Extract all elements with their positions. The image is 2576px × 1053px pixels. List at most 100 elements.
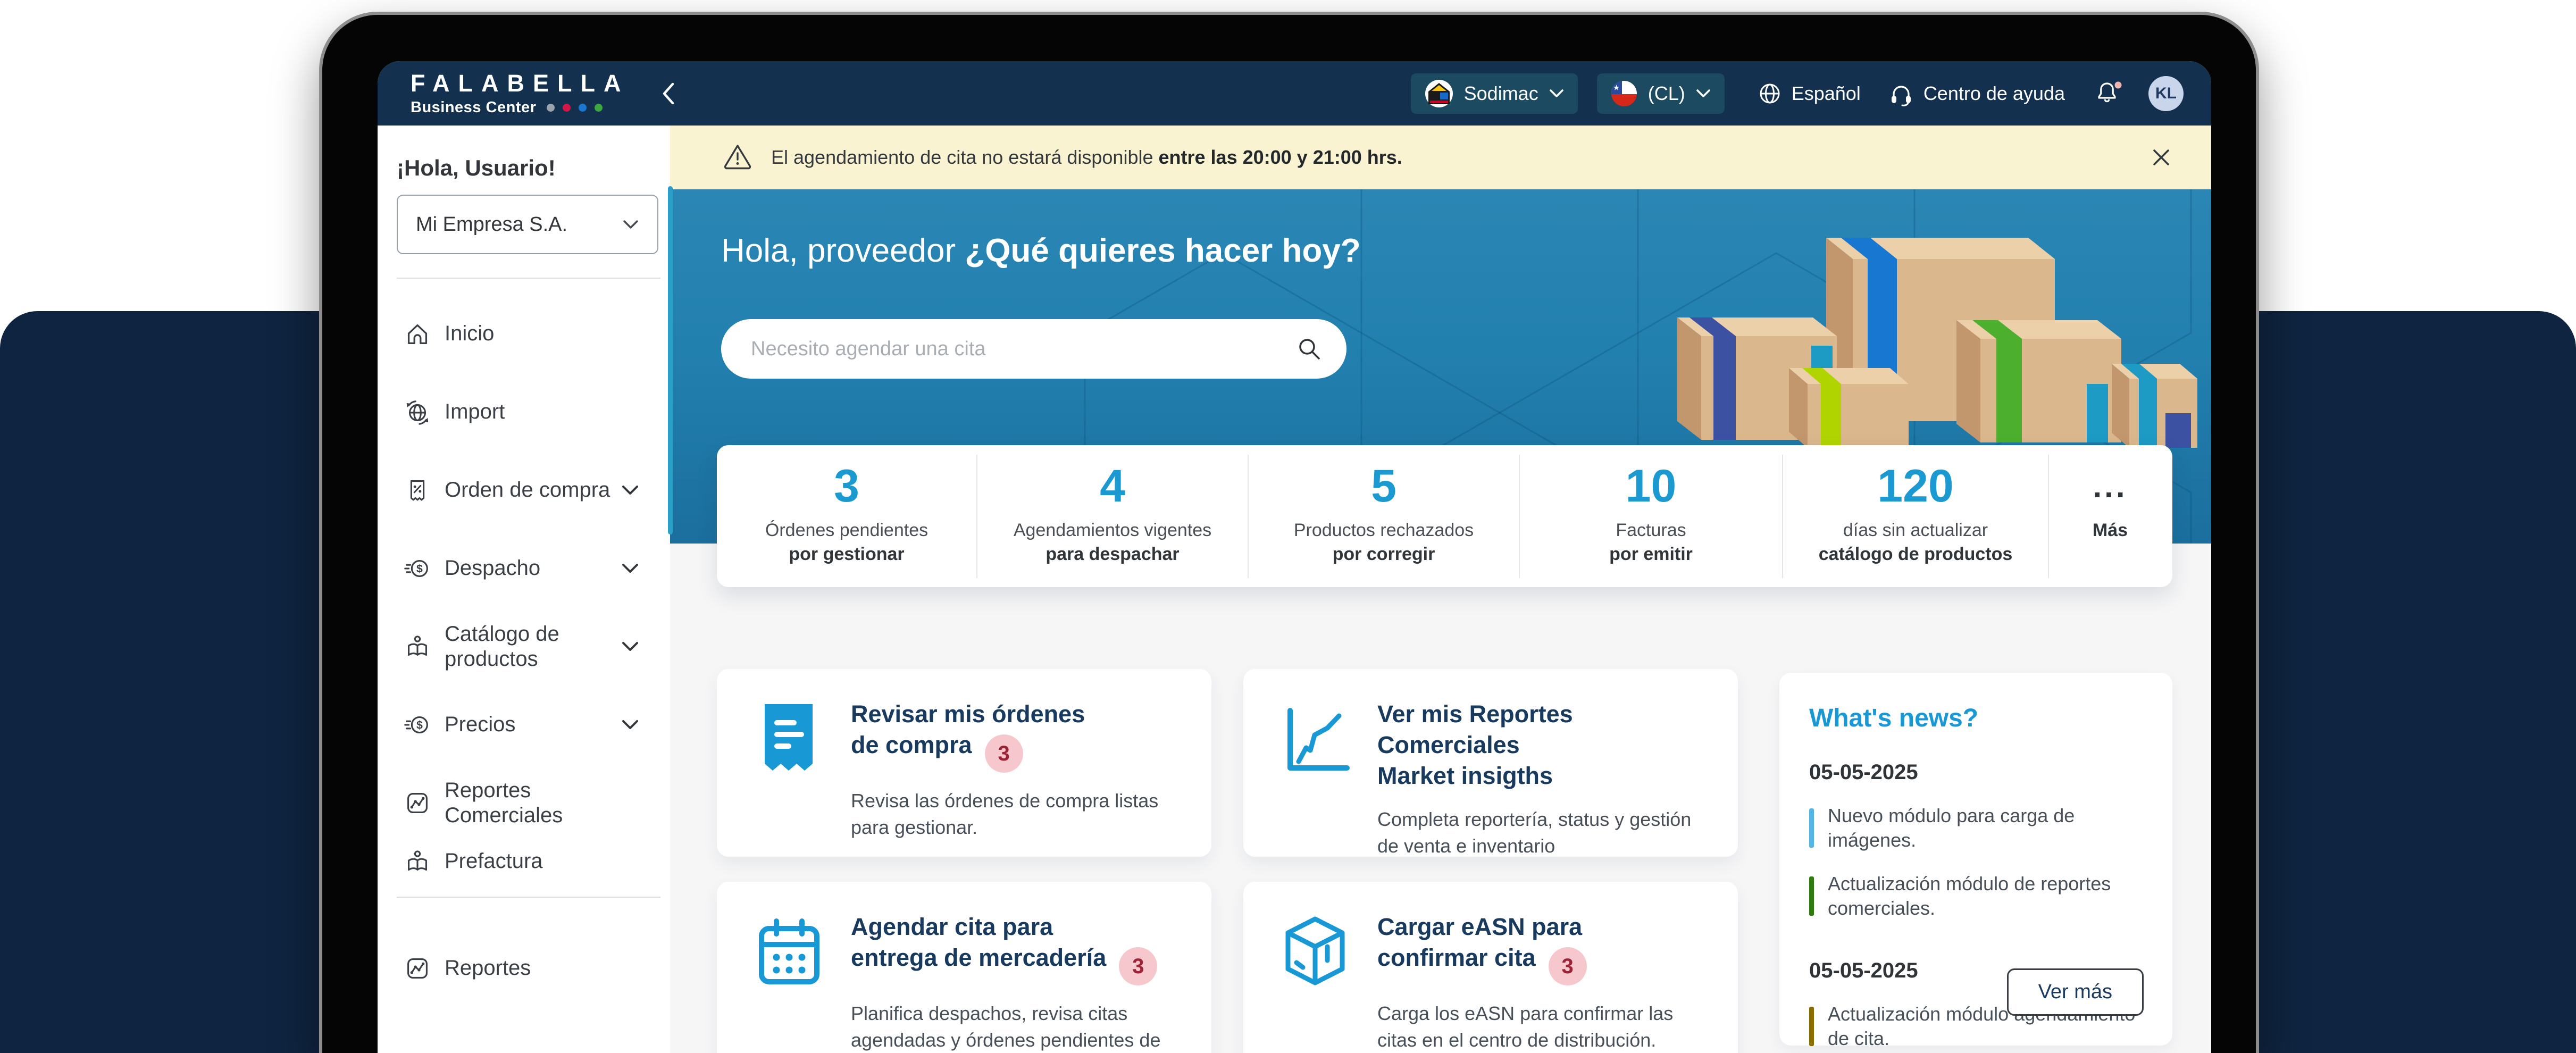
sidebar-item-label: Catálogo de productos <box>445 622 620 672</box>
receipt-icon <box>749 699 829 857</box>
svg-text:$: $ <box>416 718 423 731</box>
user-avatar[interactable]: KL <box>2148 76 2184 111</box>
stat-ordenes-pendientes[interactable]: 3 Órdenes pendientes por gestionar <box>717 455 976 578</box>
chevron-down-icon <box>621 719 639 731</box>
help-center-label: Centro de ayuda <box>1923 82 2065 105</box>
chart-report-icon <box>402 953 433 984</box>
card-title: Revisar mis órdenes de compra3 <box>851 699 1170 773</box>
stat-facturas[interactable]: 10 Facturas por emitir <box>1519 455 1782 578</box>
headset-icon <box>1888 81 1914 106</box>
warning-banner: El agendamiento de cita no estará dispon… <box>670 126 2211 189</box>
search-input[interactable] <box>721 319 1295 379</box>
ellipsis-icon: ... <box>2093 455 2127 519</box>
chile-flag-icon: ★ <box>1611 80 1637 107</box>
app-window: FALABELLA Business Center <box>378 61 2211 1053</box>
card-description: Revisa las órdenes de compra listas para… <box>851 788 1170 841</box>
sidebar-item-reportes[interactable]: Reportes <box>397 929 670 1007</box>
count-badge: 3 <box>1549 947 1587 985</box>
hero-title: Hola, proveedor ¿Qué quieres hacer hoy? <box>721 232 1361 270</box>
chevron-down-icon <box>621 484 639 496</box>
card-title: Ver mis Reportes Comerciales Market insi… <box>1377 699 1717 791</box>
boxes-illustration <box>1661 208 2198 448</box>
sodimac-logo-icon <box>1425 79 1453 108</box>
stat-value: 3 <box>834 455 859 519</box>
sidebar-item-label: Despacho <box>445 556 540 581</box>
news-color-bar <box>1809 808 1814 848</box>
home-icon <box>402 319 433 349</box>
purchase-order-icon <box>402 475 433 506</box>
catalog-book-icon <box>402 846 433 877</box>
sidebar-item-precios[interactable]: $ Precios <box>397 686 670 764</box>
stat-value: 10 <box>1626 455 1677 519</box>
stat-value: 120 <box>1877 455 1954 519</box>
card-description: Carga los eASN para confirmar las citas … <box>1377 1000 1696 1053</box>
country-selector-button[interactable]: ★ (CL) <box>1597 73 1725 114</box>
chevron-down-icon <box>1549 89 1564 98</box>
chart-report-icon <box>402 788 433 818</box>
news-item[interactable]: Nuevo módulo para carga de imágenes. <box>1809 804 2144 853</box>
stat-label-bold: por emitir <box>1609 542 1693 566</box>
globe-icon <box>1758 81 1782 106</box>
card-reportes-comerciales[interactable]: Ver mis Reportes Comerciales Market insi… <box>1243 669 1738 857</box>
notifications-button[interactable] <box>2094 80 2123 107</box>
chevron-down-icon <box>1696 89 1711 98</box>
stat-dias-sin-actualizar[interactable]: 120 días sin actualizar catálogo de prod… <box>1782 455 2048 578</box>
svg-text:$: $ <box>416 562 423 575</box>
card-agendar-cita[interactable]: Agendar cita para entrega de mercadería3… <box>717 882 1211 1053</box>
search-icon[interactable] <box>1295 335 1323 363</box>
collapse-sidebar-chevron-left-icon[interactable] <box>659 79 678 108</box>
sidebar-item-catalogo-de-productos[interactable]: Catálogo de productos <box>397 607 670 686</box>
chevron-down-icon <box>622 219 639 230</box>
sidebar-divider <box>397 278 660 279</box>
stat-label-bold: por corregir <box>1333 542 1435 566</box>
help-center-link[interactable]: Centro de ayuda <box>1888 81 2065 106</box>
language-label: Español <box>1792 82 1861 105</box>
count-badge: 3 <box>985 734 1023 773</box>
stat-label: días sin actualizar <box>1843 519 1988 542</box>
whats-news-panel: What's news? 05-05-2025 Nuevo módulo par… <box>1779 673 2172 1046</box>
sidebar-menu: Inicio <box>397 295 670 1007</box>
sidebar: ¡Hola, Usuario! Mi Empresa S.A. Inicio <box>378 126 670 1053</box>
sidebar-item-despacho[interactable]: $ Despacho <box>397 529 670 607</box>
news-item[interactable]: Actualización módulo de reportes comerci… <box>1809 872 2144 921</box>
sidebar-item-prefactura[interactable]: Prefactura <box>397 822 670 900</box>
news-title: What's news? <box>1809 704 2144 733</box>
sidebar-item-import[interactable]: Import <box>397 373 670 451</box>
sidebar-scrollbar-thumb[interactable] <box>668 186 673 534</box>
warning-text: El agendamiento de cita no estará dispon… <box>771 146 1402 169</box>
sidebar-item-inicio[interactable]: Inicio <box>397 295 670 373</box>
sidebar-item-label: Prefactura <box>445 849 543 874</box>
news-date: 05-05-2025 <box>1809 760 2144 784</box>
globe-sync-icon <box>402 397 433 428</box>
stat-label-bold: catálogo de productos <box>1819 542 2013 566</box>
sidebar-item-orden-de-compra[interactable]: Orden de compra <box>397 451 670 529</box>
card-title: Cargar eASN para confirmar cita3 <box>1377 912 1696 985</box>
country-selector-label: (CL) <box>1648 82 1685 105</box>
catalog-book-icon <box>402 631 433 662</box>
page: FALABELLA Business Center <box>0 0 2576 1053</box>
stat-more[interactable]: ... Más <box>2048 455 2171 578</box>
sidebar-item-label: Precios <box>445 712 515 737</box>
sidebar-greeting: ¡Hola, Usuario! <box>397 155 670 181</box>
language-selector[interactable]: Español <box>1758 81 1861 106</box>
company-selector[interactable]: Mi Empresa S.A. <box>397 195 658 254</box>
ver-mas-button[interactable]: Ver más <box>2007 968 2144 1016</box>
news-color-bar <box>1809 876 1814 916</box>
sidebar-item-label: Inicio <box>445 321 494 346</box>
warning-icon <box>723 143 752 173</box>
close-icon[interactable] <box>2150 146 2173 169</box>
stat-value: 4 <box>1100 455 1125 519</box>
card-revisar-ordenes[interactable]: Revisar mis órdenes de compra3 Revisa la… <box>717 669 1211 857</box>
topbar: FALABELLA Business Center <box>378 61 2211 126</box>
notification-dot <box>2115 81 2122 88</box>
store-selector-button[interactable]: Sodimac <box>1411 73 1578 114</box>
content-row: ¡Hola, Usuario! Mi Empresa S.A. Inicio <box>378 126 2211 1053</box>
card-title: Agendar cita para entrega de mercadería3 <box>851 912 1170 985</box>
stat-label: Facturas <box>1616 519 1686 542</box>
sidebar-item-label: Reportes <box>445 956 531 981</box>
stat-label: Productos rechazados <box>1294 519 1474 542</box>
stat-agendamientos-vigentes[interactable]: 4 Agendamientos vigentes para despachar <box>976 455 1248 578</box>
card-cargar-easn[interactable]: Cargar eASN para confirmar cita3 Carga l… <box>1243 882 1738 1053</box>
sidebar-item-label: Orden de compra <box>445 478 610 503</box>
stat-productos-rechazados[interactable]: 5 Productos rechazados por corregir <box>1248 455 1519 578</box>
